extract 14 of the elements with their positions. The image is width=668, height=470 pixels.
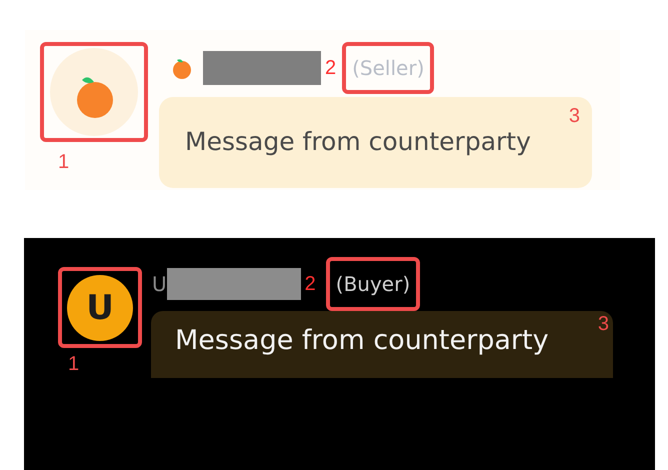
fruit-icon — [172, 57, 192, 79]
annotation-number: 2 — [325, 56, 336, 80]
annotation-number: 1 — [68, 353, 80, 376]
annotation-number: 3 — [568, 105, 580, 128]
fruit-avatar-icon — [50, 48, 138, 136]
annotation-number: 1 — [58, 151, 70, 174]
letter-avatar: U — [67, 274, 133, 340]
annotation-number: 2 — [304, 272, 316, 296]
role-label: (Seller) — [352, 56, 424, 80]
sender-name: U — [152, 272, 167, 296]
annotation-number: 3 — [598, 313, 609, 336]
message-text: Message from counterparty — [185, 127, 531, 156]
role-label: (Buyer) — [336, 272, 410, 296]
message-text: Message from counterparty — [175, 325, 549, 356]
